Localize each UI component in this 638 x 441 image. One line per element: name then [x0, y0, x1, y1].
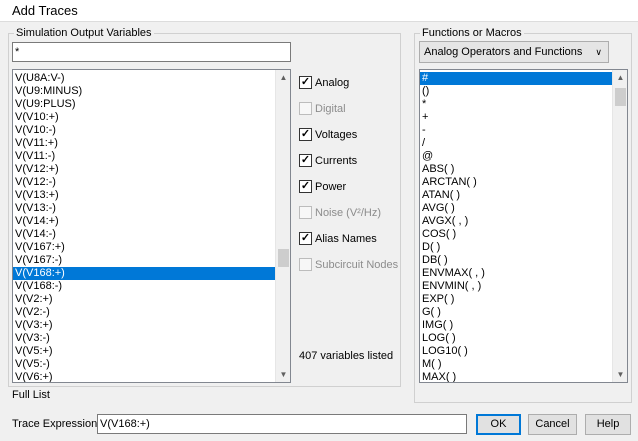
currents-checkbox[interactable]: ✓ Currents — [299, 154, 404, 168]
noise-checkbox: Noise (V²/Hz) — [299, 206, 404, 220]
list-item[interactable]: V(U9:PLUS) — [13, 98, 275, 111]
list-item[interactable]: V(V11:-) — [13, 150, 275, 163]
checkbox-label: Alias Names — [315, 233, 377, 245]
checkbox-icon — [299, 258, 312, 271]
checkmark-icon[interactable]: ✓ — [299, 76, 312, 89]
functions-group-label: Functions or Macros — [420, 27, 524, 39]
list-item[interactable]: G( ) — [420, 306, 612, 319]
list-item[interactable]: EXP( ) — [420, 293, 612, 306]
list-item[interactable]: ARCTAN( ) — [420, 176, 612, 189]
list-item[interactable]: ATAN( ) — [420, 189, 612, 202]
checkmark-icon[interactable]: ✓ — [299, 154, 312, 167]
list-item[interactable]: V(V2:-) — [13, 306, 275, 319]
list-item[interactable]: / — [420, 137, 612, 150]
subcircuit-nodes-checkbox: Subcircuit Nodes — [299, 258, 404, 272]
variables-count-label: 407 variables listed — [299, 350, 394, 362]
scroll-up-icon[interactable]: ▲ — [613, 70, 627, 85]
list-item[interactable]: LOG10( ) — [420, 345, 612, 358]
sim-output-group-label: Simulation Output Variables — [14, 27, 154, 39]
checkbox-icon — [299, 206, 312, 219]
list-item[interactable]: - — [420, 124, 612, 137]
variables-scrollbar[interactable]: ▲ ▼ — [275, 70, 290, 382]
checkmark-icon[interactable]: ✓ — [299, 232, 312, 245]
power-checkbox[interactable]: ✓ Power — [299, 180, 404, 194]
list-item[interactable]: MAX( ) — [420, 371, 612, 382]
list-item[interactable]: V(V10:-) — [13, 124, 275, 137]
list-item[interactable]: V(V2:+) — [13, 293, 275, 306]
list-item[interactable]: V(V12:+) — [13, 163, 275, 176]
list-item[interactable]: V(V14:-) — [13, 228, 275, 241]
checkbox-label: Analog — [315, 77, 350, 89]
list-item[interactable]: M( ) — [420, 358, 612, 371]
list-item[interactable]: V(V11:+) — [13, 137, 275, 150]
checkmark-icon[interactable]: ✓ — [299, 128, 312, 141]
list-item[interactable]: D( ) — [420, 241, 612, 254]
functions-dropdown-value: Analog Operators and Functions — [424, 46, 583, 58]
help-button[interactable]: Help — [585, 414, 631, 435]
list-item[interactable]: V(V168:-) — [13, 280, 275, 293]
list-item[interactable]: ENVMAX( , ) — [420, 267, 612, 280]
digital-checkbox: Digital — [299, 102, 404, 116]
variable-filter-input[interactable] — [12, 42, 291, 62]
list-item[interactable]: V(V6:+) — [13, 371, 275, 382]
list-item[interactable]: IMG( ) — [420, 319, 612, 332]
list-item[interactable]: COS( ) — [420, 228, 612, 241]
list-item[interactable]: V(V10:+) — [13, 111, 275, 124]
chevron-down-icon: ∨ — [595, 47, 602, 57]
functions-scrollbar[interactable]: ▲ ▼ — [612, 70, 627, 382]
list-item[interactable]: DB( ) — [420, 254, 612, 267]
list-item[interactable]: V(V14:+) — [13, 215, 275, 228]
trace-expression-label: Trace Expression: — [12, 418, 101, 430]
list-item[interactable]: () — [420, 85, 612, 98]
checkbox-label: Noise (V²/Hz) — [315, 207, 382, 219]
list-item[interactable]: V(V167:-) — [13, 254, 275, 267]
ok-button[interactable]: OK — [476, 414, 521, 435]
checkbox-label: Digital — [315, 103, 346, 115]
window-title: Add Traces — [12, 3, 78, 18]
scroll-down-icon[interactable]: ▼ — [613, 367, 627, 382]
list-item[interactable]: + — [420, 111, 612, 124]
functions-list[interactable]: #() * + - / @ ABS( ) ARCTAN( ) ATAN( ) AVG( ) AVGX… — [419, 69, 628, 383]
cancel-button[interactable]: Cancel — [528, 414, 577, 435]
title-bar: Add Traces — [0, 0, 638, 22]
list-item[interactable]: V(V13:-) — [13, 202, 275, 215]
list-item[interactable]: V(V3:+) — [13, 319, 275, 332]
list-item[interactable]: * — [420, 98, 612, 111]
scroll-thumb[interactable] — [278, 249, 289, 267]
checkmark-icon[interactable]: ✓ — [299, 180, 312, 193]
trace-expression-input[interactable] — [97, 414, 467, 434]
checkbox-label: Voltages — [315, 129, 358, 141]
checkbox-label: Currents — [315, 155, 358, 167]
scroll-down-icon[interactable]: ▼ — [276, 367, 290, 382]
list-item[interactable]: V(V167:+) — [13, 241, 275, 254]
list-item[interactable]: V(V12:-) — [13, 176, 275, 189]
list-item[interactable]: ABS( ) — [420, 163, 612, 176]
scroll-thumb[interactable] — [615, 88, 626, 106]
voltages-checkbox[interactable]: ✓ Voltages — [299, 128, 404, 142]
full-list-label: Full List — [12, 389, 50, 401]
list-item[interactable]: V(V3:-) — [13, 332, 275, 345]
list-item[interactable]: @ — [420, 150, 612, 163]
scroll-up-icon[interactable]: ▲ — [276, 70, 290, 85]
list-item[interactable]: V(V5:+) — [13, 345, 275, 358]
functions-dropdown[interactable]: Analog Operators and Functions ∨ — [419, 41, 609, 63]
list-item[interactable]: # — [420, 72, 612, 85]
list-item[interactable]: AVGX( , ) — [420, 215, 612, 228]
alias-names-checkbox[interactable]: ✓ Alias Names — [299, 232, 404, 246]
list-item[interactable]: LOG( ) — [420, 332, 612, 345]
list-item[interactable]: V(U9:MINUS) — [13, 85, 275, 98]
list-item[interactable]: V(V168:+) — [13, 267, 275, 280]
checkbox-label: Subcircuit Nodes — [315, 259, 399, 271]
list-item[interactable]: V(V13:+) — [13, 189, 275, 202]
checkbox-label: Power — [315, 181, 347, 193]
list-item[interactable]: V(U8A:V-) — [13, 72, 275, 85]
output-variables-list[interactable]: V(U8A:V-) V(U9:MINUS) V(U9:PLUS) V(V10:+) V(… — [12, 69, 291, 383]
options-panel: ✓ Analog Digital ✓ Voltages ✓ Currents ✓ Power No… — [299, 76, 404, 276]
checkbox-icon — [299, 102, 312, 115]
list-item[interactable]: AVG( ) — [420, 202, 612, 215]
list-item[interactable]: V(V5:-) — [13, 358, 275, 371]
analog-checkbox[interactable]: ✓ Analog — [299, 76, 404, 90]
list-item[interactable]: ENVMIN( , ) — [420, 280, 612, 293]
